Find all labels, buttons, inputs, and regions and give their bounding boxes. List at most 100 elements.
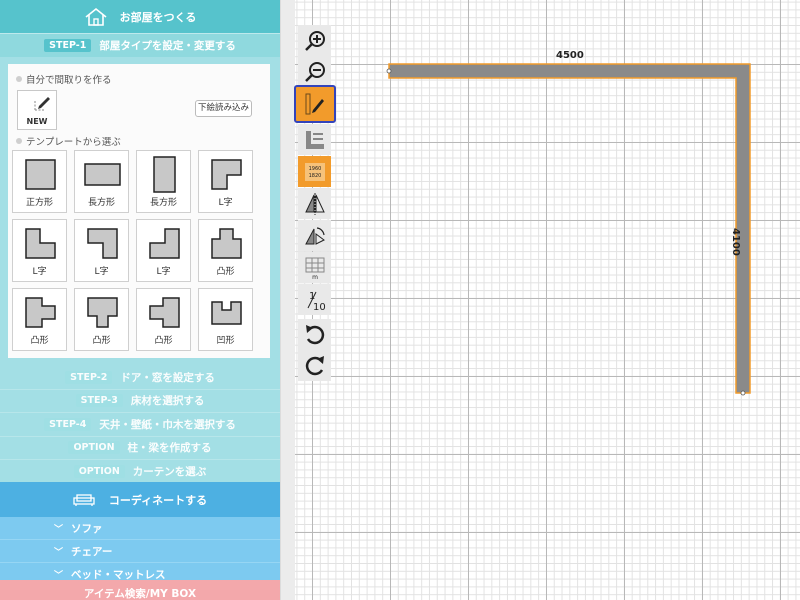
- convex-shape-icon: [25, 297, 56, 328]
- self-make-label: 自分で間取りを作る: [26, 75, 112, 86]
- chevron-down-icon: ﹀: [54, 524, 64, 535]
- top-dimension-label: 4500: [556, 50, 584, 61]
- rect-tall-shape-icon: [153, 156, 176, 193]
- option-pillar-label: 柱・梁を作成する: [127, 442, 212, 455]
- floor-plan-canvas[interactable]: 4500 4100: [295, 0, 800, 600]
- step-list: STEP-2 ドア・窓を設定する STEP-3 床材を選択する STEP-4 天…: [0, 366, 280, 484]
- new-label: NEW: [26, 117, 48, 126]
- dimension-tool[interactable]: 1960 1820: [298, 156, 331, 187]
- new-button[interactable]: NEW: [17, 90, 57, 130]
- grid-tool[interactable]: m: [298, 252, 331, 283]
- step3-bar[interactable]: STEP-3 床材を選択する: [0, 390, 280, 413]
- scale-tool[interactable]: 1 10: [298, 284, 331, 315]
- template-label: テンプレートから選ぶ: [26, 137, 121, 148]
- template-rect-tall[interactable]: 長方形: [136, 150, 191, 213]
- measure-tool[interactable]: [298, 124, 331, 155]
- step4-bar[interactable]: STEP-4 天井・壁紙・巾木を選択する: [0, 413, 280, 437]
- category-sofa[interactable]: ﹀ ソファ: [0, 517, 280, 540]
- zoom-in-tool[interactable]: [298, 25, 331, 56]
- template-label: 凹形: [216, 336, 235, 346]
- sidebar: お部屋をつくる STEP-1 部屋タイプを設定・変更する 自分で間取りを作る N…: [0, 0, 280, 600]
- template-convex-3[interactable]: 凸形: [74, 288, 129, 351]
- coordinate-bar[interactable]: コーディネートする: [0, 482, 280, 517]
- radio-dot-icon: [16, 138, 22, 144]
- convex-shape-icon: [87, 297, 118, 328]
- step1-bar[interactable]: STEP-1 部屋タイプを設定・変更する: [0, 33, 280, 57]
- template-rect-wide[interactable]: 長方形: [74, 150, 129, 213]
- concave-shape-icon: [211, 301, 242, 325]
- sofa-icon: [73, 493, 95, 506]
- self-make-option[interactable]: 自分で間取りを作る: [16, 72, 112, 86]
- template-label: 長方形: [87, 198, 115, 208]
- template-label: L字: [94, 267, 109, 277]
- template-concave[interactable]: 凹形: [198, 288, 253, 351]
- undo-icon: [305, 324, 324, 344]
- wall-drawing: [386, 63, 751, 396]
- pencil-draw-icon: [305, 93, 324, 115]
- rect-wide-shape-icon: [84, 163, 121, 186]
- make-room-header[interactable]: お部屋をつくる: [0, 0, 280, 33]
- step1-badge: STEP-1: [44, 39, 92, 52]
- template-convex-1[interactable]: 凸形: [198, 219, 253, 282]
- l-shape-icon: [211, 159, 242, 190]
- radio-dot-icon: [16, 76, 22, 82]
- option-curtain-label: カーテンを選ぶ: [132, 465, 207, 478]
- convex-shape-icon: [211, 228, 242, 259]
- template-convex-4[interactable]: 凸形: [136, 288, 191, 351]
- wall-start-handle[interactable]: [386, 68, 392, 74]
- l-shape-icon: [87, 228, 118, 259]
- category-chair[interactable]: ﹀ チェアー: [0, 540, 280, 563]
- redo-tool[interactable]: [298, 350, 331, 381]
- template-label: 凸形: [154, 336, 173, 346]
- panel-divider[interactable]: [280, 0, 295, 600]
- template-l-shape-4[interactable]: L字: [136, 219, 191, 282]
- chevron-down-icon: ﹀: [54, 570, 64, 581]
- option-curtain-bar[interactable]: OPTION カーテンを選ぶ: [0, 460, 280, 484]
- room-type-panel: 自分で間取りを作る NEW 下絵読み込み テンプレートから選ぶ 正方形 長方形: [8, 64, 270, 358]
- template-label: 正方形: [25, 198, 53, 208]
- undo-tool[interactable]: [298, 319, 331, 350]
- convex-shape-icon: [149, 297, 180, 328]
- step2-bar[interactable]: STEP-2 ドア・窓を設定する: [0, 366, 280, 390]
- step2-label: ドア・窓を設定する: [120, 371, 215, 384]
- option-pillar-bar[interactable]: OPTION 柱・梁を作成する: [0, 437, 280, 460]
- step2-badge: STEP-2: [65, 370, 113, 384]
- step4-badge: STEP-4: [44, 417, 92, 431]
- zoom-out-icon: [304, 61, 325, 82]
- home-icon: [85, 7, 107, 26]
- template-l-shape-2[interactable]: L字: [12, 219, 67, 282]
- template-option[interactable]: テンプレートから選ぶ: [16, 134, 121, 148]
- template-convex-2[interactable]: 凸形: [12, 288, 67, 351]
- mirror-tool[interactable]: [298, 188, 331, 219]
- template-label: L字: [156, 267, 171, 277]
- step4-label: 天井・壁紙・巾木を選択する: [99, 418, 236, 431]
- template-square[interactable]: 正方形: [12, 150, 67, 213]
- l-shape-icon: [25, 228, 56, 259]
- dimension-height-text: 1820: [308, 173, 321, 179]
- wall-shape[interactable]: [388, 63, 751, 394]
- template-label: 凸形: [92, 336, 111, 346]
- chevron-down-icon: ﹀: [54, 547, 64, 558]
- scale-fraction-icon: 1 10: [307, 291, 326, 312]
- zoom-out-tool[interactable]: [298, 56, 331, 87]
- option-badge: OPTION: [73, 464, 125, 478]
- coordinate-label: コーディネートする: [108, 493, 208, 507]
- scale-denominator: 10: [313, 302, 326, 312]
- template-l-shape-3[interactable]: L字: [74, 219, 129, 282]
- wall-end-handle[interactable]: [740, 390, 746, 396]
- step3-label: 床材を選択する: [130, 395, 205, 408]
- template-label: L字: [32, 267, 47, 277]
- template-label: 凸形: [216, 267, 235, 277]
- category-label: チェアー: [71, 545, 113, 558]
- draw-wall-tool[interactable]: [294, 85, 336, 123]
- dimension-width-text: 1960: [308, 166, 321, 172]
- rotate-icon: [304, 226, 325, 245]
- template-l-shape-1[interactable]: L字: [198, 150, 253, 213]
- step3-badge: STEP-3: [75, 394, 123, 408]
- make-room-title: お部屋をつくる: [119, 10, 197, 24]
- item-search-bar[interactable]: アイテム検索/MY BOX: [0, 580, 280, 600]
- option-badge: OPTION: [68, 441, 120, 455]
- rotate-tool[interactable]: [298, 220, 331, 251]
- download-sketch-button[interactable]: 下絵読み込み: [195, 100, 252, 117]
- template-label: L字: [218, 198, 233, 208]
